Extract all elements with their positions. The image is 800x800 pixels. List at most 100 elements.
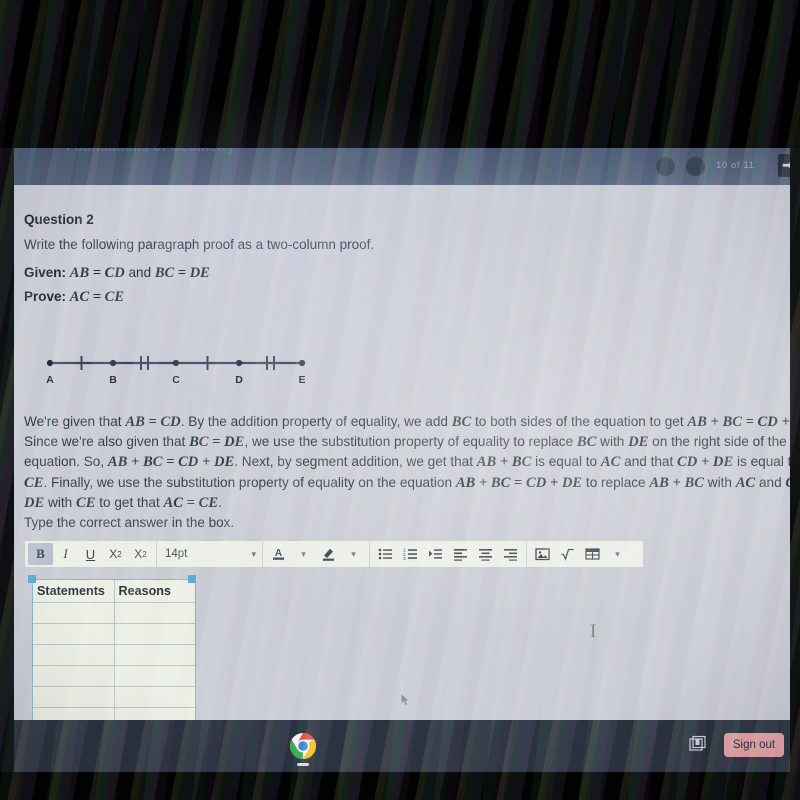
numbered-list-icon[interactable]: 123 <box>398 543 423 565</box>
chromeos-shelf: Sign out <box>14 720 790 772</box>
figure-point-b: B <box>109 374 117 386</box>
insert-table-dropdown[interactable]: ▾ <box>605 543 630 565</box>
proof-text-token: . <box>218 494 222 510</box>
subscript-icon[interactable]: X2 <box>128 543 153 565</box>
chevron-down-icon: ▾ <box>251 548 256 559</box>
rich-text-toolbar: B I U X2 X2 14pt ▾ A ▾ ▾ 1 2 3 ▾ <box>24 540 644 568</box>
align-center-icon[interactable] <box>473 543 498 565</box>
circle-icon[interactable] <box>656 157 675 176</box>
table-header-row: Statements Reasons <box>32 579 196 603</box>
exit-icon[interactable]: ➡ <box>778 154 790 177</box>
selection-handle-top-right[interactable] <box>188 575 196 583</box>
align-right-icon[interactable] <box>498 543 523 565</box>
text-color-icon[interactable]: A <box>266 543 291 565</box>
superscript-exp: 2 <box>117 549 122 559</box>
bulleted-list-icon[interactable] <box>373 543 398 565</box>
font-size-dropdown[interactable]: 14pt ▾ <box>157 541 262 567</box>
table-row[interactable] <box>32 665 196 687</box>
prove-ce: CE <box>104 289 124 305</box>
highlight-color-icon[interactable] <box>316 543 341 565</box>
insert-table-icon[interactable] <box>580 543 605 565</box>
chevron-down-icon: ▾ <box>301 548 306 559</box>
paragraph-proof-text: We're given that AB = CD. By the additio… <box>24 412 790 513</box>
table-cell[interactable] <box>113 644 196 666</box>
proof-math-token: CD + DE <box>677 454 734 471</box>
insert-equation-icon[interactable] <box>555 543 580 565</box>
question-progress-label: 10 of 11 <box>716 160 755 171</box>
table-cell[interactable] <box>113 602 196 624</box>
proof-math-token: AB + BC <box>649 474 704 491</box>
proof-math-token: AB + BC = CD + DE <box>107 454 235 471</box>
bold-icon[interactable]: B <box>28 543 53 565</box>
proof-math-token: DE <box>628 434 649 451</box>
proof-math-token: BC <box>576 434 597 451</box>
svg-text:A: A <box>275 548 282 559</box>
given-equals-2: = <box>174 265 190 281</box>
proof-math-token: AC = CE <box>163 494 219 511</box>
toolbar-group-lists: 123 <box>370 541 526 567</box>
prove-line: Prove: AC = CE <box>24 289 124 306</box>
chrome-logo-icon[interactable] <box>289 732 317 760</box>
proof-text-token: . Next, by segment addition, we get that <box>234 454 477 470</box>
exit-glyph: ➡ <box>782 158 790 172</box>
figure-point-d: D <box>235 374 243 386</box>
selection-handle-top-left[interactable] <box>28 575 36 583</box>
proof-text-token: is equal to <box>531 454 601 470</box>
table-cell[interactable] <box>32 665 115 687</box>
proof-math-token: AB + BC <box>476 454 532 471</box>
figure-point-e: E <box>298 374 305 386</box>
indent-icon[interactable] <box>423 543 448 565</box>
proof-math-token: CE <box>76 494 96 511</box>
given-line: Given: AB = CD and BC = DE <box>24 265 210 282</box>
laptop-bezel-left <box>0 148 14 772</box>
proof-math-token: AB + BC = CD + DE <box>455 474 583 491</box>
given-label: Given: <box>24 265 67 280</box>
table-cell[interactable] <box>113 623 196 645</box>
question-instruction: Write the following paragraph proof as a… <box>24 237 375 252</box>
proof-text-token: We're given that <box>24 414 126 429</box>
proof-text-token: and <box>755 474 786 490</box>
question-number: Question 2 <box>24 212 94 227</box>
insert-image-icon[interactable] <box>530 543 555 565</box>
proof-math-token: BC <box>451 414 472 430</box>
table-cell[interactable] <box>32 602 115 624</box>
proof-text-token: with <box>596 434 629 450</box>
table-row[interactable] <box>32 686 196 708</box>
table-cell[interactable] <box>113 665 196 687</box>
table-cell[interactable] <box>32 623 115 645</box>
align-left-icon[interactable] <box>448 543 473 565</box>
prove-ac: AC <box>69 289 90 305</box>
given-ab: AB <box>69 265 90 281</box>
screen-photo: Foundations of Geometry 10 of 11 ➡ Quest… <box>0 0 800 800</box>
table-row[interactable] <box>32 644 196 666</box>
chevron-down-icon: ▾ <box>615 548 620 559</box>
app-header-bar: Foundations of Geometry 10 of 11 ➡ <box>14 148 790 185</box>
font-size-value: 14pt <box>165 548 188 560</box>
superscript-base: X <box>109 547 118 561</box>
proof-text-token: is equal to <box>736 454 790 470</box>
table-cell[interactable] <box>32 686 115 708</box>
underline-icon[interactable]: U <box>78 543 103 565</box>
window-stack-icon[interactable] <box>687 735 709 757</box>
superscript-icon[interactable]: X2 <box>103 543 128 565</box>
italic-icon[interactable]: I <box>53 543 78 565</box>
table-row[interactable] <box>32 602 196 624</box>
figure-point-a: A <box>46 374 54 386</box>
given-and: and <box>124 265 155 280</box>
circle-icon[interactable] <box>686 157 705 176</box>
proof-math-token: CD <box>160 414 181 430</box>
prove-equals: = <box>89 289 105 305</box>
highlight-color-dropdown[interactable]: ▾ <box>341 543 366 565</box>
text-color-dropdown[interactable]: ▾ <box>291 543 316 565</box>
given-equals-1: = <box>89 265 105 281</box>
answer-editor-area[interactable]: Statements Reasons <box>28 575 200 750</box>
table-cell[interactable] <box>32 644 115 666</box>
proof-text-token: . Finally, we use the substitution prope… <box>43 474 456 490</box>
chrome-active-indicator <box>297 763 309 766</box>
sign-out-button[interactable]: Sign out <box>724 733 784 757</box>
proof-text-token: , we use the substitution property of eq… <box>244 434 577 450</box>
segment-figure-svg: A B C D E <box>46 356 306 386</box>
proof-math-token: AB + BC = CD + BC <box>687 414 790 430</box>
table-row[interactable] <box>32 623 196 645</box>
table-cell[interactable] <box>113 686 196 708</box>
